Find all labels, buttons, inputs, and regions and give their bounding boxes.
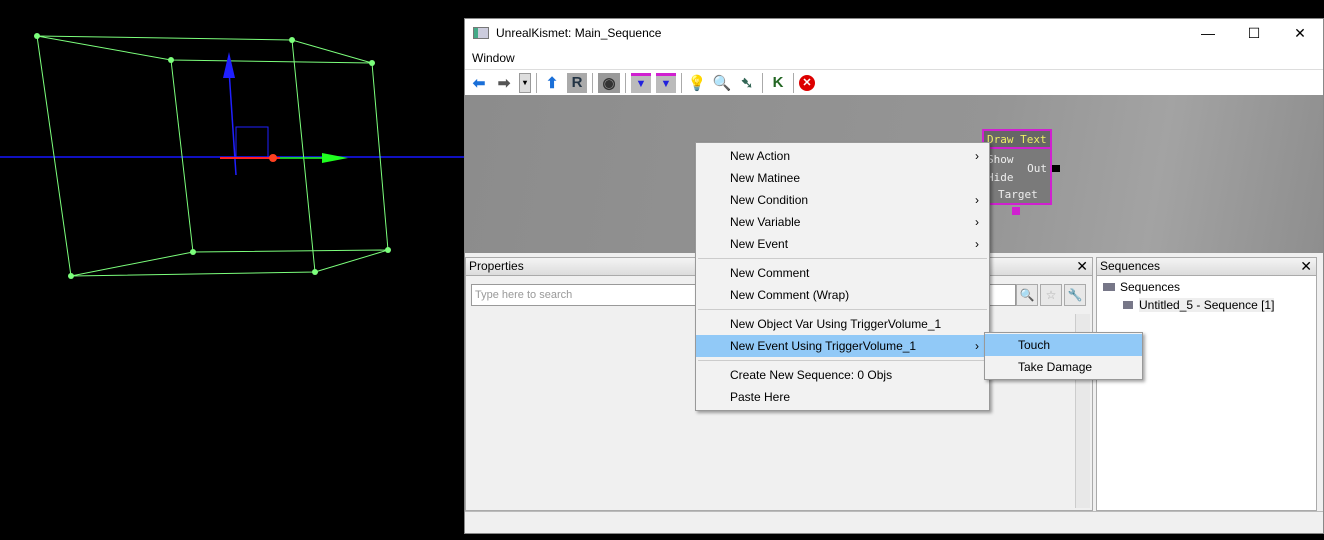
- status-bar: [465, 511, 1323, 533]
- menu-item-label: Touch: [1018, 338, 1051, 352]
- output-connector[interactable]: [1052, 165, 1060, 172]
- search-icon[interactable]: 🔍: [1016, 284, 1038, 306]
- lightbulb-icon[interactable]: 💡: [687, 73, 707, 93]
- create-sequence-icon[interactable]: ▼: [631, 72, 651, 93]
- open-referenced-icon[interactable]: ➷: [737, 73, 757, 93]
- menu-item[interactable]: Take Damage: [985, 356, 1142, 378]
- menu-item[interactable]: New Comment: [696, 262, 989, 284]
- menu-item[interactable]: Paste Here: [696, 386, 989, 408]
- menu-item-label: Paste Here: [730, 390, 791, 404]
- variable-connector[interactable]: [1012, 207, 1020, 215]
- forward-arrow-icon[interactable]: ➡: [494, 73, 514, 93]
- menu-item-label: New Comment: [730, 266, 810, 280]
- history-dropdown-icon[interactable]: ▾: [519, 72, 531, 93]
- chevron-right-icon: ›: [975, 215, 979, 229]
- title-bar: UnrealKismet: Main_Sequence — ☐ ✕: [465, 19, 1323, 47]
- menu-item[interactable]: New Matinee: [696, 167, 989, 189]
- menu-item-label: New Action: [730, 149, 791, 163]
- menu-separator: [698, 360, 987, 361]
- kismet-debug-icon[interactable]: K: [768, 73, 788, 93]
- menu-item-label: Create New Sequence: 0 Objs: [730, 368, 893, 382]
- chevron-right-icon: ›: [975, 339, 979, 353]
- chevron-right-icon: ›: [975, 149, 979, 163]
- menu-item-label: New Event Using TriggerVolume_1: [730, 339, 917, 353]
- properties-title: Properties: [469, 259, 524, 273]
- magnifier-icon[interactable]: 🔍: [712, 73, 732, 93]
- output-out[interactable]: Out: [1027, 162, 1047, 175]
- sequences-title: Sequences: [1100, 259, 1161, 273]
- delete-icon[interactable]: ✕: [799, 74, 815, 91]
- menu-item[interactable]: New Condition ›: [696, 189, 989, 211]
- create-object-sequence-icon[interactable]: ▼: [656, 72, 676, 93]
- menu-bar: Window: [465, 47, 1323, 69]
- chevron-right-icon: ›: [975, 237, 979, 251]
- menu-item[interactable]: New Comment (Wrap): [696, 284, 989, 306]
- menu-item-label: New Object Var Using TriggerVolume_1: [730, 317, 942, 331]
- minimize-button[interactable]: —: [1185, 19, 1231, 47]
- maximize-button[interactable]: ☐: [1231, 19, 1277, 47]
- back-arrow-icon[interactable]: ⬅: [469, 73, 489, 93]
- window-title: UnrealKismet: Main_Sequence: [496, 26, 662, 40]
- sequence-icon: [1123, 301, 1133, 309]
- close-button[interactable]: ✕: [1277, 19, 1323, 47]
- menu-separator: [698, 309, 987, 310]
- sequence-icon: [1103, 283, 1115, 291]
- menu-item-label: New Variable: [730, 215, 801, 229]
- menu-item[interactable]: Touch: [985, 334, 1142, 356]
- context-menu: New Action › New Matinee New Condition › New …: [695, 142, 990, 411]
- menu-item[interactable]: New Object Var Using TriggerVolume_1: [696, 313, 989, 335]
- context-submenu: Touch Take Damage: [984, 332, 1143, 380]
- sequences-panel: Sequences ✕ Sequences Untitled_5 - Sequen…: [1096, 257, 1317, 511]
- menu-item[interactable]: New Event Using TriggerVolume_1 ›: [696, 335, 989, 357]
- star-icon[interactable]: ☆: [1040, 284, 1062, 306]
- tree-item-child[interactable]: Untitled_5 - Sequence [1]: [1103, 296, 1310, 314]
- eye-icon[interactable]: ◉: [598, 72, 620, 93]
- menu-item[interactable]: New Variable ›: [696, 211, 989, 233]
- 3d-viewport[interactable]: [0, 0, 464, 540]
- menu-item-label: New Matinee: [730, 171, 801, 185]
- tree-item-root[interactable]: Sequences: [1103, 278, 1310, 296]
- menu-item[interactable]: New Action ›: [696, 145, 989, 167]
- app-icon: [473, 27, 489, 39]
- menu-separator: [698, 258, 987, 259]
- rename-icon[interactable]: R: [567, 72, 587, 93]
- chevron-right-icon: ›: [975, 193, 979, 207]
- close-icon[interactable]: ✕: [1076, 258, 1088, 275]
- close-icon[interactable]: ✕: [1300, 258, 1312, 275]
- menu-item-label: Take Damage: [1018, 360, 1093, 374]
- menu-item[interactable]: Create New Sequence: 0 Objs: [696, 364, 989, 386]
- node-title: Draw Text: [984, 131, 1050, 149]
- variable-target[interactable]: Target: [998, 188, 1038, 201]
- input-hide[interactable]: Hide: [987, 171, 1014, 184]
- menu-item-label: New Condition: [730, 193, 809, 207]
- parent-sequence-icon[interactable]: ⬆: [542, 73, 562, 93]
- toolbar: ⬅ ➡ ▾ ⬆ R ◉ ▼ ▼ 💡 🔍 ➷ K ✕: [465, 69, 1323, 95]
- menu-item-label: New Event: [730, 237, 789, 251]
- input-show[interactable]: Show: [987, 153, 1014, 166]
- wrench-icon[interactable]: 🔧: [1064, 284, 1086, 306]
- draw-text-node[interactable]: Draw Text Show Hide Out Target: [982, 129, 1060, 215]
- menu-item[interactable]: New Event ›: [696, 233, 989, 255]
- menu-window[interactable]: Window: [472, 51, 515, 65]
- menu-item-label: New Comment (Wrap): [730, 288, 850, 302]
